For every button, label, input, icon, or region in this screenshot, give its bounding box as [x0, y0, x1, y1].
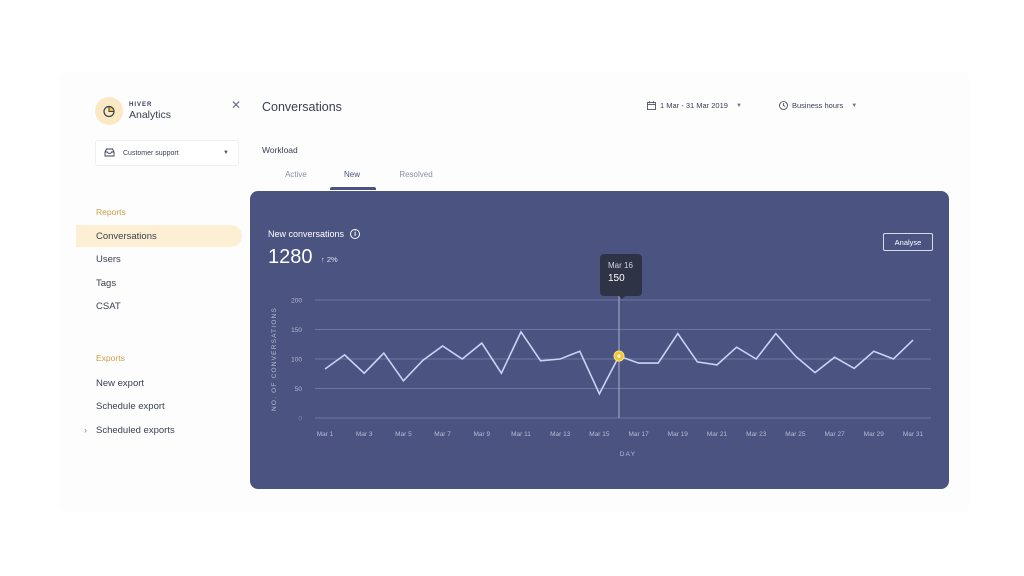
brand-product: Analytics [129, 108, 172, 121]
chevron-down-icon: ▼ [735, 102, 742, 109]
x-tick-label: Mar 11 [511, 431, 531, 438]
sidebar-item-label: New export [96, 377, 145, 389]
x-tick-label: Mar 13 [550, 431, 571, 438]
chevron-down-icon: ▼ [851, 102, 858, 109]
chevron-right-icon: › [84, 425, 87, 435]
x-tick-label: Mar 29 [864, 431, 885, 438]
page-title: Conversations [262, 100, 342, 114]
workload-label: Workload [262, 145, 298, 155]
chevron-down-icon: ▼ [223, 150, 229, 156]
chart-tooltip: Mar 16 150 [600, 254, 642, 299]
x-tick-label: Mar 9 [473, 431, 490, 438]
brand: HIVER Analytics [95, 97, 171, 125]
y-axis-label: NO. OF CONVERSATIONS [271, 307, 278, 411]
x-tick-label: Mar 1 [317, 431, 334, 438]
y-tick-label: 50 [295, 386, 303, 393]
sidebar-item-label: Conversations [96, 230, 157, 242]
team-select[interactable]: Customer support ▼ [95, 140, 239, 166]
x-tick-label: Mar 25 [785, 431, 806, 438]
sidebar-item-users[interactable]: Users [76, 248, 242, 270]
x-tick-label: Mar 17 [628, 431, 649, 438]
tooltip-value: 150 [608, 273, 625, 284]
chart-card: New conversations i 1280 ↑ 2% Analyse 05… [250, 191, 949, 489]
line-chart: 0 50 100 150 200 NO. OF CONVERSATIONS Mar 1 Mar… [271, 296, 931, 458]
sidebar-item-label: Schedule export [96, 400, 165, 412]
date-range-filter[interactable]: 1 Mar - 31 Mar 2019 ▼ [647, 101, 742, 110]
calendar-icon [647, 101, 656, 110]
x-tick-label: Mar 5 [395, 431, 412, 438]
date-range-value: 1 Mar - 31 Mar 2019 [660, 101, 728, 110]
sidebar-item-tags[interactable]: Tags [76, 272, 242, 294]
y-tick-label: 200 [291, 298, 302, 305]
y-tick-label: 0 [298, 416, 302, 423]
x-axis-label: DAY [620, 451, 636, 458]
inbox-icon [104, 148, 115, 159]
highlighted-data-point-center [617, 354, 621, 358]
sidebar-item-conversations[interactable]: Conversations [76, 225, 242, 247]
sidebar-item-scheduled-exports[interactable]: › Scheduled exports [76, 419, 242, 441]
tab-active[interactable]: Active [282, 170, 310, 190]
tab-resolved[interactable]: Resolved [396, 170, 436, 190]
x-tick-label: Mar 27 [824, 431, 845, 438]
hours-filter[interactable]: Business hours ▼ [779, 101, 857, 110]
sidebar-item-schedule-export[interactable]: Schedule export [76, 395, 242, 417]
hours-filter-value: Business hours [792, 101, 844, 110]
exports-section-title: Exports [96, 353, 125, 363]
y-tick-label: 100 [291, 357, 302, 364]
x-tick-label: Mar 15 [589, 431, 610, 438]
reports-section-title: Reports [96, 207, 126, 217]
analytics-logo-icon [95, 97, 123, 125]
active-tab-indicator [330, 187, 376, 190]
x-tick-label: Mar 21 [707, 431, 728, 438]
sidebar-item-label: CSAT [96, 300, 121, 312]
brand-company: HIVER [129, 101, 153, 108]
sidebar-item-label: Scheduled exports [96, 424, 175, 436]
x-tick-label: Mar 19 [668, 431, 689, 438]
clock-icon [779, 101, 788, 110]
sidebar-item-label: Users [96, 253, 121, 265]
x-tick-label: Mar 23 [746, 431, 767, 438]
x-tick-label: Mar 31 [903, 431, 924, 438]
sidebar-item-csat[interactable]: CSAT [76, 295, 242, 317]
y-tick-label: 150 [291, 327, 302, 334]
x-tick-label: Mar 7 [434, 431, 451, 438]
tooltip-date: Mar 16 [608, 261, 633, 270]
sidebar-item-label: Tags [96, 277, 117, 289]
sidebar-item-new-export[interactable]: New export [76, 372, 242, 394]
close-icon[interactable]: ✕ [231, 99, 241, 111]
x-tick-label: Mar 3 [356, 431, 373, 438]
team-select-value: Customer support [123, 149, 179, 157]
